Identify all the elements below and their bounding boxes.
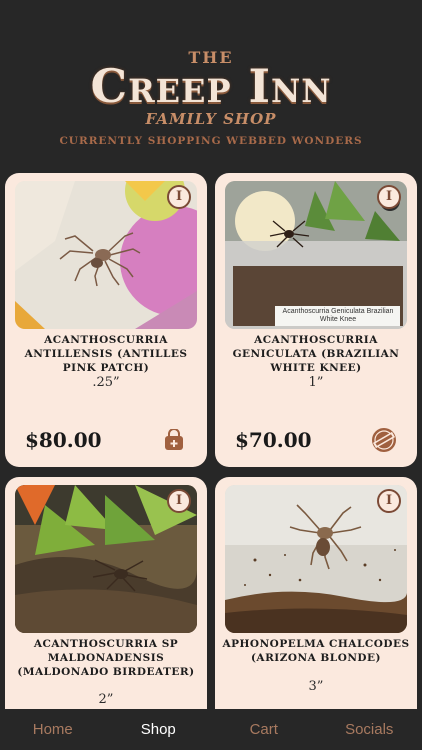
bottom-tab-bar: Home Shop Cart Socials [0, 709, 422, 750]
tab-home[interactable]: Home [0, 709, 106, 750]
product-photo[interactable]: I [15, 485, 197, 633]
product-card[interactable]: I APHONOPELMA CHALCODES (ARIZONA BLONDE)… [215, 477, 417, 709]
page-subtitle: CURRENTLY SHOPPING WEBBED WONDERS [59, 135, 363, 147]
product-photo[interactable]: I [15, 181, 197, 329]
product-price: $80.00 [25, 428, 102, 452]
info-icon[interactable]: I [377, 489, 401, 513]
product-photo[interactable]: I [225, 485, 407, 633]
product-name: ACANTHOSCURRIA SP MALDONADENSIS (MALDONA… [17, 638, 195, 678]
brand-family-shop: FAMILY SHOP [145, 110, 277, 128]
product-size: 3” [308, 679, 324, 694]
product-name: APHONOPELMA CHALCODES (ARIZONA BLONDE) [222, 638, 410, 664]
brand-logo-title: Creep Inn [90, 59, 332, 113]
sold-out-icon [371, 427, 397, 453]
tab-cart[interactable]: Cart [211, 709, 317, 750]
product-size: .25” [92, 375, 120, 390]
shopping-bag-icon[interactable] [163, 428, 185, 451]
product-card[interactable]: I ACANTHOSCURRIA ANTILLENSIS (ANTILLES P… [5, 173, 207, 467]
tab-shop[interactable]: Shop [106, 709, 212, 750]
product-name: ACANTHOSCURRIA ANTILLENSIS (ANTILLES PIN… [24, 334, 188, 374]
info-icon[interactable]: I [377, 185, 401, 209]
product-size: 1” [308, 375, 324, 390]
tab-socials[interactable]: Socials [317, 709, 422, 750]
product-card[interactable]: I ACANTHOSCURRIA SP MALDONADENSIS (MALDO… [5, 477, 207, 709]
product-photo[interactable]: I Acanthoscurria Geniculata Brazilian Wh… [225, 181, 407, 329]
photo-label: Acanthoscurria Geniculata Brazilian Whit… [282, 308, 394, 323]
product-size: 2” [98, 692, 114, 707]
product-name: ACANTHOSCURRIA GENICULATA (BRAZILIAN WHI… [232, 334, 400, 374]
product-price: $70.00 [235, 428, 312, 452]
info-icon[interactable]: I [167, 185, 191, 209]
shop-header: THE Creep Inn FAMILY SHOP CURRENTLY SHOP… [0, 0, 422, 165]
product-card[interactable]: I Acanthoscurria Geniculata Brazilian Wh… [215, 173, 417, 467]
product-grid: I ACANTHOSCURRIA ANTILLENSIS (ANTILLES P… [0, 173, 422, 709]
info-icon[interactable]: I [167, 489, 191, 513]
